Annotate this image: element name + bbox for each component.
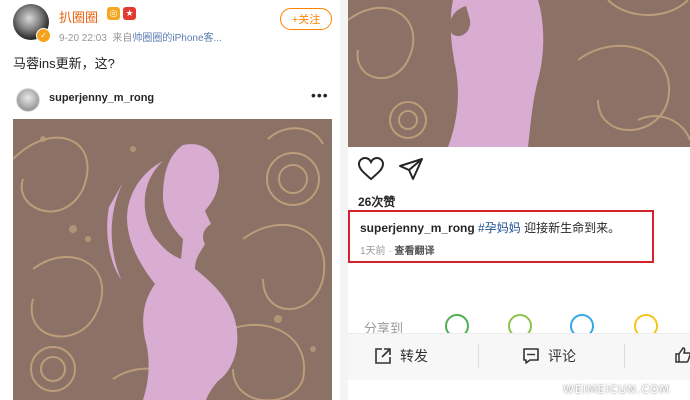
- instagram-username[interactable]: superjenny_m_rong: [49, 92, 154, 104]
- flag-badge-icon: ★: [123, 7, 136, 20]
- action-separator: [478, 344, 479, 368]
- separator-dot: ·: [388, 246, 392, 257]
- heart-icon[interactable]: [358, 157, 384, 181]
- caption-username[interactable]: superjenny_m_rong: [360, 221, 475, 235]
- comment-button[interactable]: 评论: [522, 346, 576, 366]
- comment-label: 评论: [548, 348, 576, 364]
- panel-divider: [340, 0, 348, 400]
- weibo-post-panel: ✓ 扒圈圈 ◎ ★ 9-20 22:03 来自帅圈圈的iPhone客... +关…: [0, 0, 340, 400]
- post-timestamp: 9-20 22:03: [59, 33, 107, 44]
- fan-badge-icon: ◎: [107, 7, 120, 20]
- instagram-avatar[interactable]: [16, 88, 40, 112]
- follow-button[interactable]: +关注: [280, 8, 332, 30]
- post-caption: superjenny_m_rong #孕妈妈 迎接新生命到来。: [360, 219, 620, 236]
- source-prefix: 来自: [112, 33, 133, 44]
- repost-button[interactable]: 转发: [374, 346, 428, 366]
- caption-text: 迎接新生命到来。: [524, 221, 621, 235]
- post-meta: 9-20 22:03 来自帅圈圈的iPhone客...: [59, 29, 222, 44]
- send-icon[interactable]: [398, 157, 424, 181]
- post-source[interactable]: 帅圈圈的iPhone客...: [132, 33, 221, 44]
- like-button[interactable]: [674, 346, 690, 364]
- pregnant-silhouette-image: [13, 119, 332, 400]
- translate-link[interactable]: 查看翻译: [394, 246, 434, 257]
- bottom-action-bar: 转发 评论: [348, 333, 690, 380]
- likes-count[interactable]: 26次赞: [358, 193, 395, 210]
- repost-icon: [375, 348, 391, 364]
- verified-badge-icon: ✓: [36, 28, 51, 43]
- caption-hashtag[interactable]: #孕妈妈: [478, 221, 521, 235]
- repost-label: 转发: [400, 348, 428, 364]
- more-options-icon[interactable]: •••: [311, 87, 329, 103]
- instagram-post-panel: 26次赞 superjenny_m_rong #孕妈妈 迎接新生命到来。 1天前…: [348, 0, 690, 400]
- time-ago: 1天前: [360, 246, 386, 257]
- post-image[interactable]: [13, 119, 332, 400]
- pregnant-silhouette-image: [348, 0, 690, 147]
- action-separator: [624, 344, 625, 368]
- post-username[interactable]: 扒圈圈: [59, 7, 98, 26]
- post-image-top[interactable]: [348, 0, 690, 147]
- comment-icon: [523, 348, 539, 364]
- watermark: WEIMEICUN.COM: [563, 383, 671, 396]
- action-icons: [358, 157, 424, 181]
- caption-subline: 1天前 · 查看翻译: [360, 242, 434, 257]
- user-badges: ◎ ★: [107, 7, 136, 20]
- thumbs-up-icon: [675, 347, 690, 363]
- post-text: 马蓉ins更新，这?: [13, 56, 115, 71]
